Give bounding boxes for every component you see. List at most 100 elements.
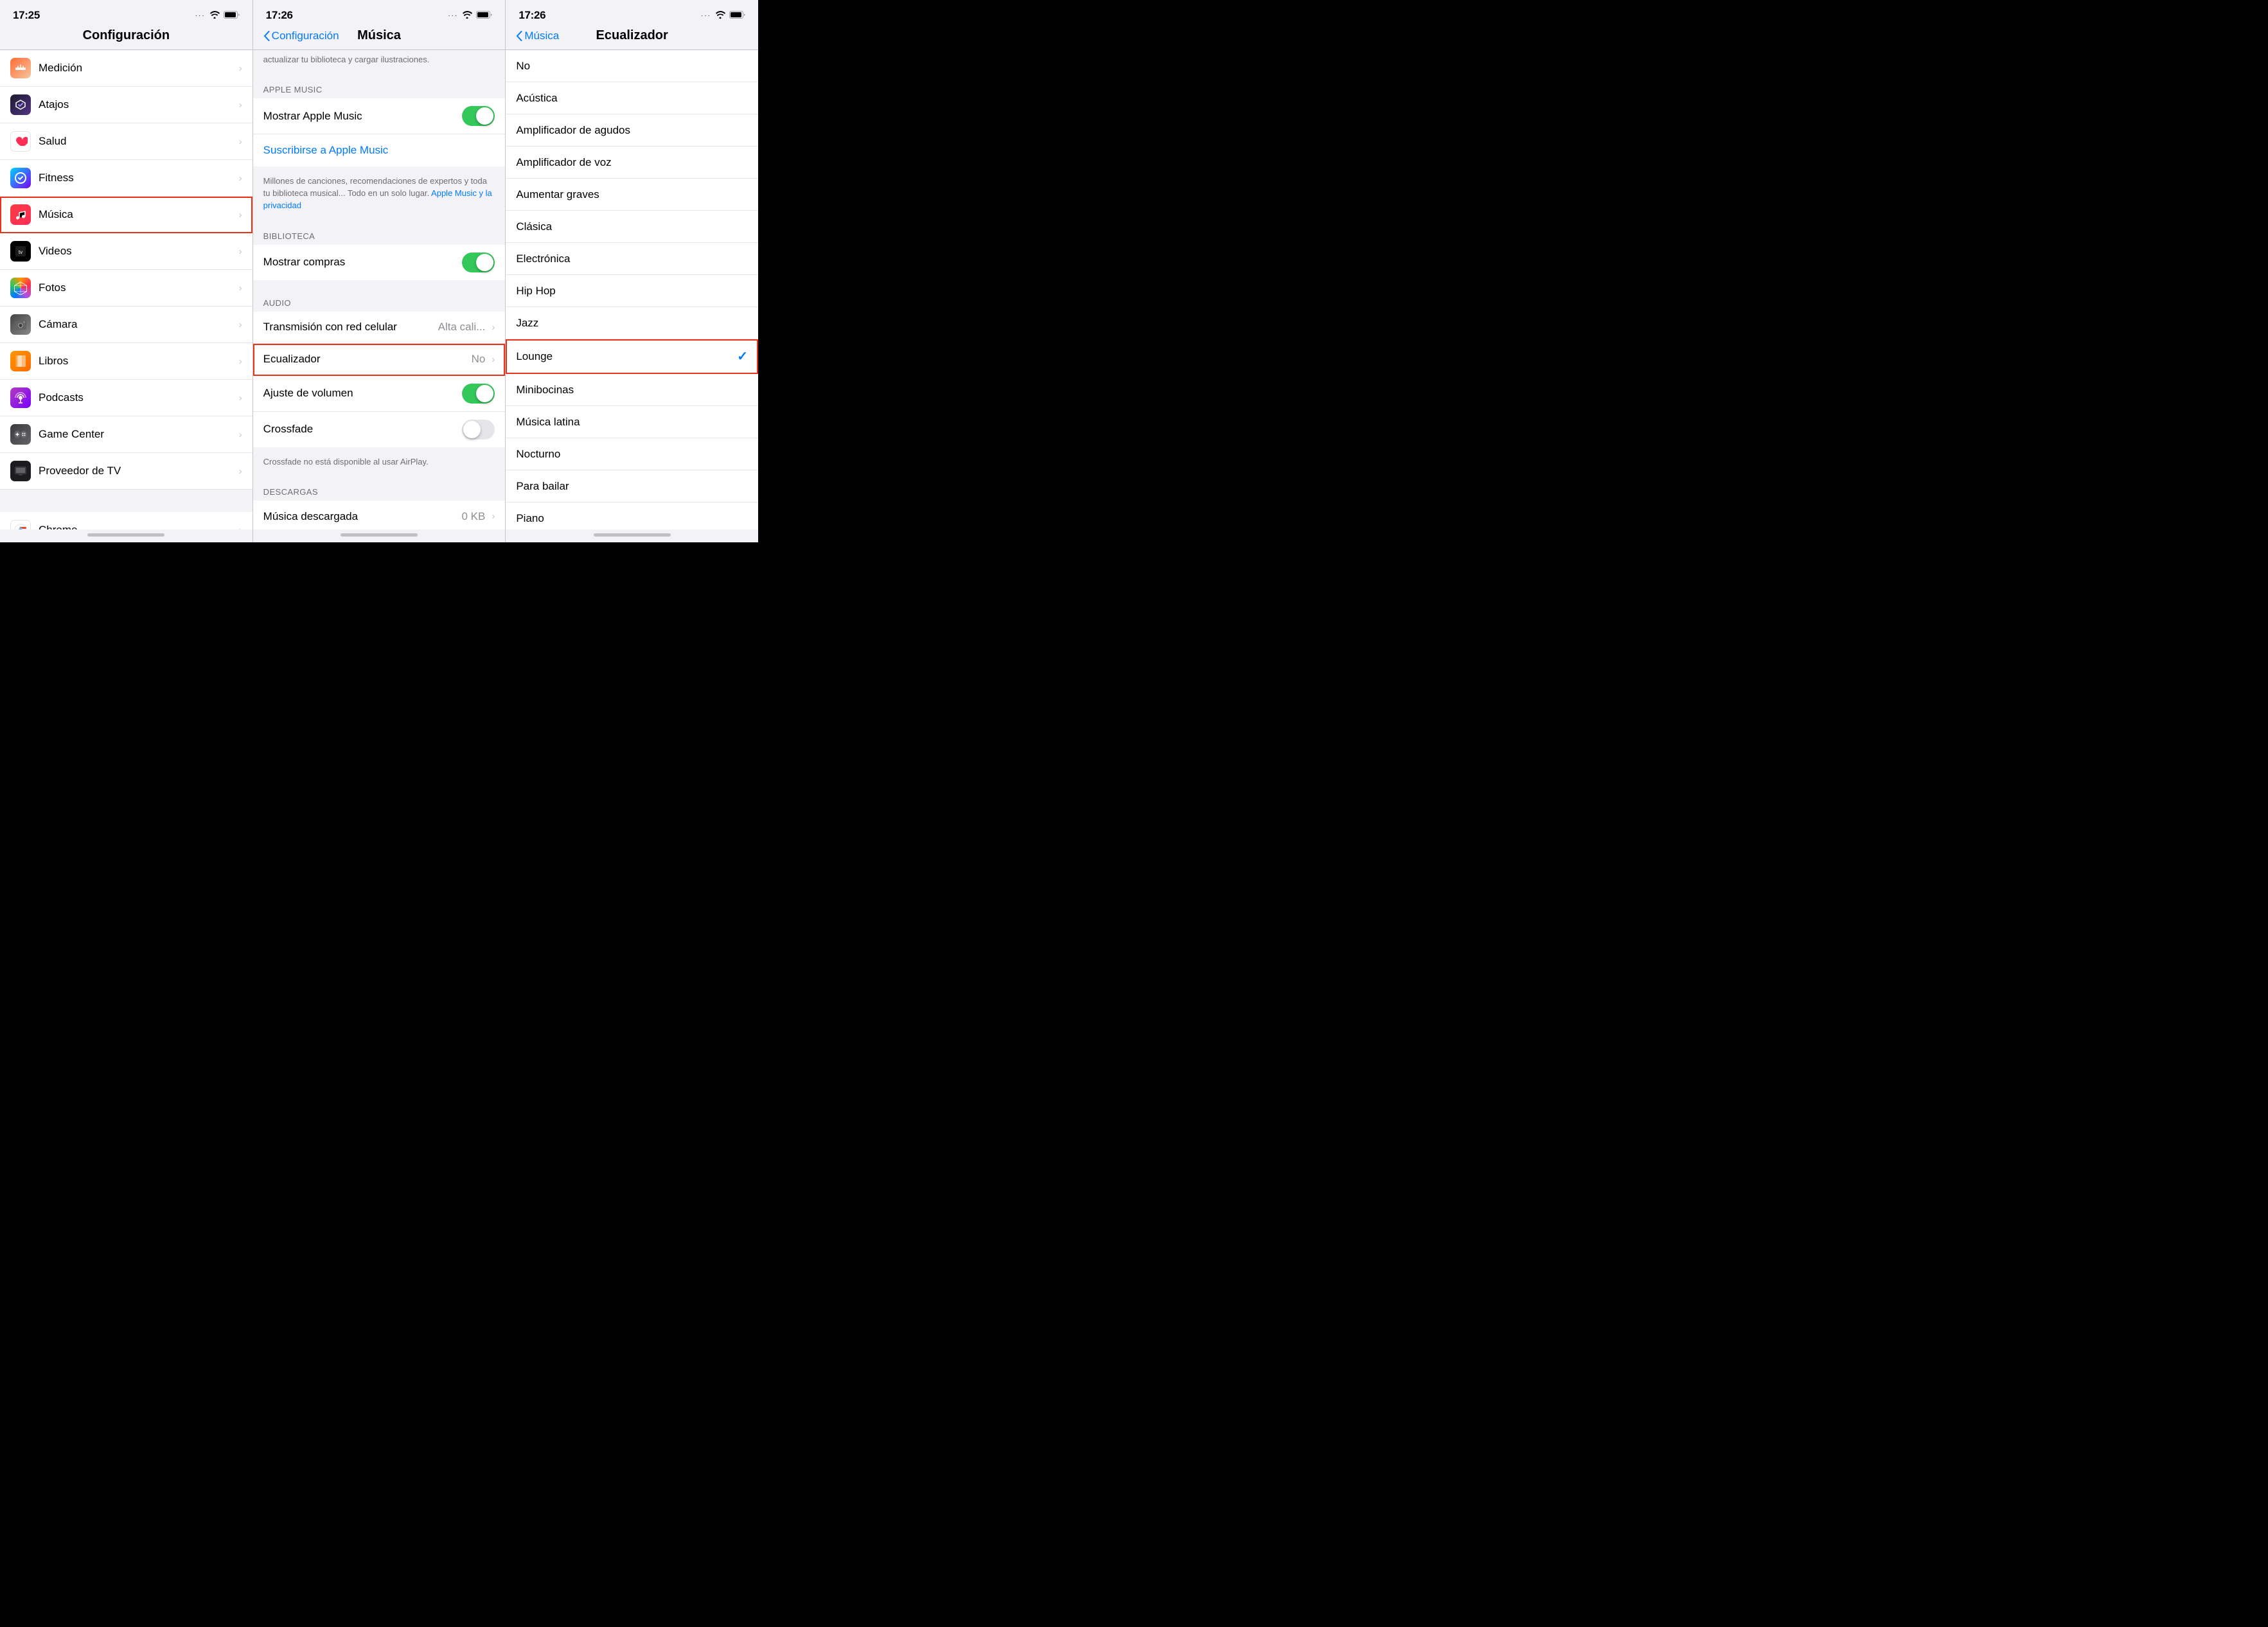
eq-label: Electrónica (516, 253, 748, 265)
eq-item-aumentar-graves[interactable]: Aumentar graves (506, 179, 758, 211)
top-note: actualizar tu biblioteca y cargar ilustr… (263, 55, 430, 64)
section-header-biblioteca: BIBLIOTECA (253, 218, 506, 245)
crossfade-label: Crossfade (263, 423, 463, 436)
eq-label: Para bailar (516, 480, 748, 493)
eq-item-para-bailar[interactable]: Para bailar (506, 470, 758, 502)
eq-item-amplificador-de-agudos[interactable]: Amplificador de agudos (506, 114, 758, 147)
eq-group: No Acústica Amplificador de agudos Ampli… (506, 50, 758, 529)
biblioteca-group: Mostrar compras (253, 245, 506, 280)
eq-item-música-latina[interactable]: Música latina (506, 406, 758, 438)
ajuste-volumen-item[interactable]: Ajuste de volumen (253, 376, 506, 412)
ecualizador-item[interactable]: Ecualizador No › (253, 344, 506, 376)
settings-item-musica[interactable]: Música › (0, 197, 252, 233)
settings-item-gamecenter[interactable]: Game Center › (0, 416, 252, 453)
eq-item-electrónica[interactable]: Electrónica (506, 243, 758, 275)
ecualizador-value: No (472, 353, 486, 366)
chevron-camara: › (239, 319, 242, 330)
crossfade-toggle[interactable] (462, 420, 495, 440)
toggle-thumb-3 (476, 385, 493, 402)
status-bar-3: 17:26 ··· (506, 0, 758, 26)
settings-item-fitness[interactable]: Fitness › (0, 160, 252, 197)
panel-ecualizador: 17:26 ··· Música Ecu (505, 0, 758, 542)
eq-item-no[interactable]: No (506, 50, 758, 82)
label-libros: Libros (39, 355, 236, 368)
label-fotos: Fotos (39, 281, 236, 294)
home-bar-3 (594, 533, 671, 537)
eq-label: Piano (516, 512, 748, 525)
signal-dots-icon-2: ··· (448, 12, 458, 19)
musica-descargada-item[interactable]: Música descargada 0 KB › (253, 501, 506, 529)
eq-checkmark: ✓ (737, 348, 748, 364)
eq-item-piano[interactable]: Piano (506, 502, 758, 529)
eq-item-acústica[interactable]: Acústica (506, 82, 758, 114)
nav-back-label-2: Configuración (272, 30, 339, 42)
nav-title-1: Configuración (83, 28, 170, 43)
eq-item-jazz[interactable]: Jazz (506, 307, 758, 339)
settings-item-medicion[interactable]: Medición › (0, 50, 252, 87)
subscribe-row[interactable]: Suscribirse a Apple Music (253, 134, 506, 166)
wifi-icon-1 (209, 10, 220, 21)
chevron-salud: › (239, 136, 242, 147)
settings-item-videos[interactable]: tv Videos › (0, 233, 252, 270)
mostrar-apple-music-item[interactable]: Mostrar Apple Music (253, 98, 506, 134)
crossfade-note: Crossfade no está disponible al usar Air… (253, 452, 506, 475)
nav-back-2[interactable]: Configuración (263, 30, 339, 42)
eq-label: Clásica (516, 220, 748, 233)
subscribe-label[interactable]: Suscribirse a Apple Music (263, 144, 389, 157)
eq-label: Amplificador de agudos (516, 124, 748, 137)
mostrar-apple-music-toggle[interactable] (462, 106, 495, 126)
label-musica: Música (39, 208, 236, 221)
musica-settings-list[interactable]: actualizar tu biblioteca y cargar ilustr… (253, 50, 506, 529)
apple-music-desc: Millones de canciones, recomendaciones d… (253, 172, 506, 218)
nav-back-3[interactable]: Música (516, 30, 559, 42)
settings-list-1[interactable]: Medición › Atajos › Salud › Fitness › Mú… (0, 50, 252, 529)
label-atajos: Atajos (39, 98, 236, 111)
mostrar-compras-toggle[interactable] (462, 253, 495, 272)
mostrar-compras-item[interactable]: Mostrar compras (253, 245, 506, 280)
apple-music-group: Mostrar Apple Music Suscribirse a Apple … (253, 98, 506, 166)
crossfade-item[interactable]: Crossfade (253, 412, 506, 447)
settings-item-atajos[interactable]: Atajos › (0, 87, 252, 123)
ajuste-volumen-label: Ajuste de volumen (263, 387, 463, 400)
eq-item-amplificador-de-voz[interactable]: Amplificador de voz (506, 147, 758, 179)
status-icons-1: ··· (195, 10, 240, 21)
eq-list[interactable]: No Acústica Amplificador de agudos Ampli… (506, 50, 758, 529)
settings-item-proveedor[interactable]: Proveedor de TV › (0, 453, 252, 490)
settings-item-podcasts[interactable]: Podcasts › (0, 380, 252, 416)
panel1-items-container: Medición › Atajos › Salud › Fitness › Mú… (0, 50, 252, 529)
musica-descargada-label: Música descargada (263, 510, 462, 523)
panel-musica: 17:26 ··· Configuración (252, 0, 506, 542)
label-proveedor: Proveedor de TV (39, 465, 236, 477)
chevron-libros: › (239, 356, 242, 367)
status-icons-3: ··· (701, 10, 745, 21)
icon-musica (10, 204, 31, 225)
chevron-fotos: › (239, 283, 242, 294)
label-salud: Salud (39, 135, 236, 148)
settings-item-chrome[interactable]: Chrome › (0, 512, 252, 529)
eq-label: Lounge (516, 350, 737, 363)
eq-label: Música latina (516, 416, 748, 429)
eq-item-nocturno[interactable]: Nocturno (506, 438, 758, 470)
chevron-chrome: › (239, 525, 242, 530)
chevron-medicion: › (239, 63, 242, 74)
label-fitness: Fitness (39, 172, 236, 184)
eq-item-lounge[interactable]: Lounge ✓ (506, 339, 758, 374)
icon-salud (10, 131, 31, 152)
audio-group: Transmisión con red celular Alta cali...… (253, 312, 506, 447)
battery-icon-3 (729, 10, 745, 21)
eq-label: Hip Hop (516, 285, 748, 298)
transmision-item[interactable]: Transmisión con red celular Alta cali...… (253, 312, 506, 344)
section-separator (0, 490, 252, 512)
settings-item-fotos[interactable]: Fotos › (0, 270, 252, 307)
eq-item-clásica[interactable]: Clásica (506, 211, 758, 243)
home-indicator-1 (0, 529, 252, 542)
battery-icon-1 (224, 10, 240, 21)
transmision-label: Transmisión con red celular (263, 321, 438, 333)
settings-item-salud[interactable]: Salud › (0, 123, 252, 160)
eq-item-minibocinas[interactable]: Minibocinas (506, 374, 758, 406)
eq-item-hip-hop[interactable]: Hip Hop (506, 275, 758, 307)
settings-item-camara[interactable]: Cámara › (0, 307, 252, 343)
icon-libros (10, 351, 31, 371)
ajuste-toggle[interactable] (462, 384, 495, 404)
settings-item-libros[interactable]: Libros › (0, 343, 252, 380)
